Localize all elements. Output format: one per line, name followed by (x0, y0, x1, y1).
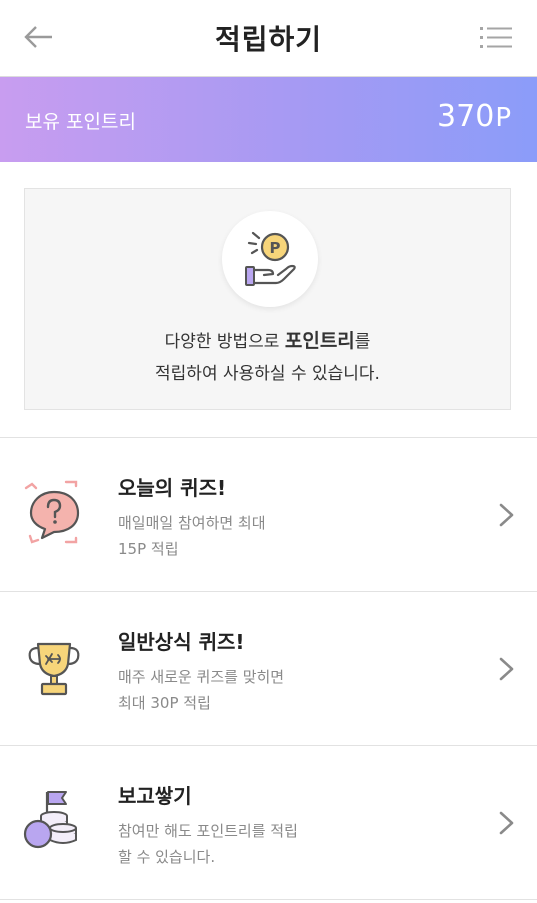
list-menu-icon (480, 27, 512, 48)
item-description: 할 수 있습니다. (118, 848, 216, 866)
hand-coin-icon: P (245, 231, 296, 286)
balance-unit: P (495, 103, 511, 133)
question-bubble-icon (18, 478, 90, 550)
item-title: 오늘의 퀴즈! (118, 476, 227, 500)
info-text-line2: 적립하여 사용하실 수 있습니다. (155, 364, 380, 384)
info-text-suffix: 를 (354, 332, 371, 352)
list-item-general-quiz[interactable]: 일반상식 퀴즈! 매주 새로운 퀴즈를 맞히면 최대 30P 적립 (0, 592, 537, 746)
chevron-right-icon (499, 503, 514, 527)
info-text-line1: 다양한 방법으로 포인트리를 (25, 326, 510, 353)
balance-label: 보유 포인트리 (25, 111, 136, 133)
balance-amount: 370P (437, 99, 511, 134)
info-box: P 다양한 방법으로 포인트리를 적립하여 사용하실 수 있습니다. (24, 188, 511, 410)
page-title: 적립하기 (214, 23, 323, 56)
info-text-highlight: 포인트리 (284, 330, 355, 352)
app-header: 적립하기 (0, 0, 537, 77)
list-item-daily-quiz[interactable]: 오늘의 퀴즈! 매일매일 참여하면 최대 15P 적립 (0, 438, 537, 592)
svg-text:P: P (270, 239, 281, 257)
trophy-icon (18, 632, 90, 704)
info-text-prefix: 다양한 방법으로 (164, 332, 285, 352)
balance-number: 370 (437, 99, 495, 134)
coin-stack-flag-icon (18, 786, 90, 858)
item-title: 일반상식 퀴즈! (118, 630, 245, 654)
item-description: 15P 적립 (118, 540, 179, 558)
item-description: 최대 30P 적립 (118, 694, 211, 712)
item-title: 보고쌓기 (118, 784, 192, 808)
chevron-right-icon (499, 811, 514, 835)
list-item-view-and-earn[interactable]: 보고쌓기 참여만 해도 포인트리를 적립 할 수 있습니다. (0, 746, 537, 900)
item-description: 매일매일 참여하면 최대 (118, 514, 266, 532)
info-icon-circle: P (222, 211, 318, 307)
chevron-right-icon (499, 657, 514, 681)
item-description: 참여만 해도 포인트리를 적립 (118, 822, 298, 840)
item-description: 매주 새로운 퀴즈를 맞히면 (118, 668, 285, 686)
menu-button[interactable] (478, 24, 514, 52)
points-balance-banner: 보유 포인트리 370P (0, 77, 537, 162)
